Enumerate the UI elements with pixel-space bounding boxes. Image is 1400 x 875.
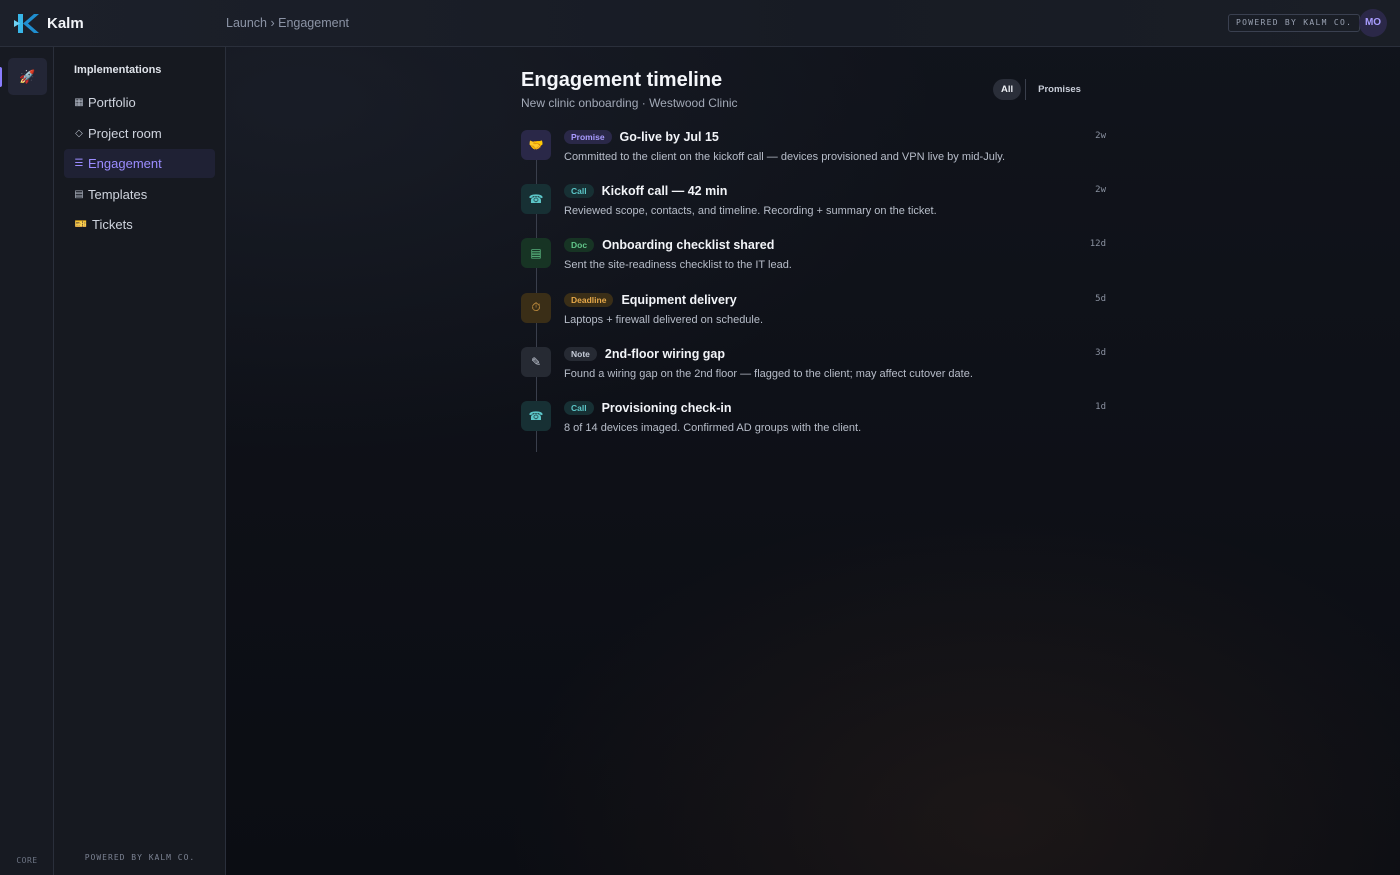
entry-title: Onboarding checklist shared	[602, 238, 775, 253]
breadcrumb[interactable]: Launch › Engagement	[226, 16, 349, 30]
sidebar-item-portfolio[interactable]: ▦ Portfolio	[64, 88, 215, 117]
sidebar-item-label: Engagement	[88, 156, 162, 171]
diamond-icon: ◇	[75, 127, 83, 139]
entry-time: 12d	[1089, 239, 1106, 250]
entry-tag: Doc	[564, 238, 595, 253]
entry-header: Doc Onboarding checklist shared	[564, 238, 775, 253]
sidebar-item-label: Portfolio	[88, 95, 136, 110]
entry-header: Promise Go-live by Jul 15	[564, 130, 719, 144]
sidebar-item-tickets[interactable]: 🎫 Tickets	[64, 210, 215, 239]
entry-tag: Call	[564, 184, 594, 199]
sidebar-footer: POWERED BY KALM CO.	[84, 853, 196, 862]
filter-group: All Promises	[993, 79, 1089, 100]
grid-icon: ▦	[74, 97, 84, 108]
entry-description: Found a wiring gap on the 2nd floor — fl…	[564, 367, 973, 380]
timeline-entry[interactable]: ☎ Call Provisioning check-in 8 of 14 dev…	[521, 400, 1111, 455]
sidebar-item-project-room[interactable]: ◇ Project room	[64, 119, 215, 148]
timeline-entry[interactable]: ✎ Note 2nd-floor wiring gap Found a wiri…	[521, 346, 1111, 401]
handshake-icon: 🤝	[521, 130, 551, 160]
entry-header: Call Kickoff call — 42 min	[564, 184, 728, 199]
entry-time: 5d	[1095, 293, 1106, 304]
page-subtitle: New clinic onboarding · Westwood Clinic	[521, 96, 738, 110]
entry-title: 2nd-floor wiring gap	[604, 346, 726, 361]
app-name: Kalm	[47, 15, 84, 32]
filter-divider	[1025, 79, 1027, 100]
filter-promises-button[interactable]: Promises	[1030, 79, 1089, 100]
entry-tag: Promise	[564, 130, 612, 144]
phone-icon: ☎	[521, 184, 551, 215]
entry-description: Sent the site-readiness checklist to the…	[564, 259, 792, 272]
top-bar: Kalm Launch › Engagement POWERED BY KALM…	[0, 0, 1400, 47]
timeline: 🤝 Promise Go-live by Jul 15 Committed to…	[521, 130, 1111, 455]
entry-header: Note 2nd-floor wiring gap	[564, 346, 726, 361]
sidebar-item-label: Tickets	[92, 217, 133, 232]
entry-title: Provisioning check-in	[601, 400, 732, 415]
timeline-entry[interactable]: 🤝 Promise Go-live by Jul 15 Committed to…	[521, 130, 1111, 184]
sidebar-nav: ▦ Portfolio ◇ Project room ☰ Engagement …	[64, 88, 215, 241]
rocket-icon: 🚀	[19, 68, 36, 84]
sidebar-item-templates[interactable]: ▤ Templates	[64, 180, 215, 209]
template-icon: ▤	[74, 188, 84, 200]
sidebar-item-label: Templates	[88, 186, 148, 202]
powered-by-badge: POWERED BY KALM CO.	[1228, 14, 1361, 32]
ticket-icon: 🎫	[74, 219, 88, 230]
timeline-entry[interactable]: ☎ Call Kickoff call — 42 min Reviewed sc…	[521, 184, 1111, 238]
entry-time: 2w	[1095, 185, 1106, 196]
entry-time: 2w	[1095, 131, 1106, 141]
timeline-entry[interactable]: ▤ Doc Onboarding checklist shared Sent t…	[521, 238, 1111, 292]
timeline-entry[interactable]: ⏱ Deadline Equipment delivery Laptops + …	[521, 292, 1111, 347]
app-rail: 🚀 CORE	[0, 47, 54, 875]
entry-title: Go-live by Jul 15	[619, 130, 719, 144]
entry-tag: Deadline	[564, 292, 614, 307]
main-content: Engagement timeline New clinic onboardin…	[226, 47, 1400, 875]
kalm-logo-icon	[14, 14, 39, 33]
entry-description: Committed to the client on the kickoff c…	[564, 151, 1006, 163]
stopwatch-icon: ⏱	[521, 292, 551, 323]
phone-icon: ☎	[521, 400, 551, 431]
document-icon: ▤	[521, 238, 551, 269]
brand[interactable]: Kalm	[14, 11, 84, 36]
sidebar-item-label: Project room	[88, 125, 162, 141]
entry-tag: Note	[564, 346, 597, 361]
filter-all-button[interactable]: All	[993, 79, 1022, 100]
entry-header: Call Provisioning check-in	[564, 400, 732, 415]
user-avatar[interactable]: MO	[1359, 9, 1387, 37]
page-title: Engagement timeline	[521, 69, 723, 91]
entry-title: Equipment delivery	[621, 292, 737, 307]
entry-description: Reviewed scope, contacts, and timeline. …	[564, 205, 937, 218]
entry-time: 1d	[1095, 401, 1106, 412]
rail-item-launch[interactable]: 🚀	[8, 58, 47, 95]
entry-tag: Call	[564, 400, 594, 415]
sidebar-heading: Implementations	[74, 64, 162, 76]
entry-time: 3d	[1095, 347, 1106, 358]
list-icon: ☰	[74, 158, 84, 169]
pencil-icon: ✎	[521, 346, 551, 377]
entry-description: 8 of 14 devices imaged. Confirmed AD gro…	[564, 421, 862, 434]
entry-description: Laptops + firewall delivered on schedule…	[564, 313, 764, 326]
sidebar: Implementations ▦ Portfolio ◇ Project ro…	[54, 47, 226, 875]
sidebar-item-engagement[interactable]: ☰ Engagement	[64, 149, 215, 178]
entry-header: Deadline Equipment delivery	[564, 292, 737, 307]
entry-title: Kickoff call — 42 min	[601, 184, 728, 199]
rail-active-indicator	[0, 67, 2, 87]
rail-footer: CORE	[16, 856, 38, 865]
